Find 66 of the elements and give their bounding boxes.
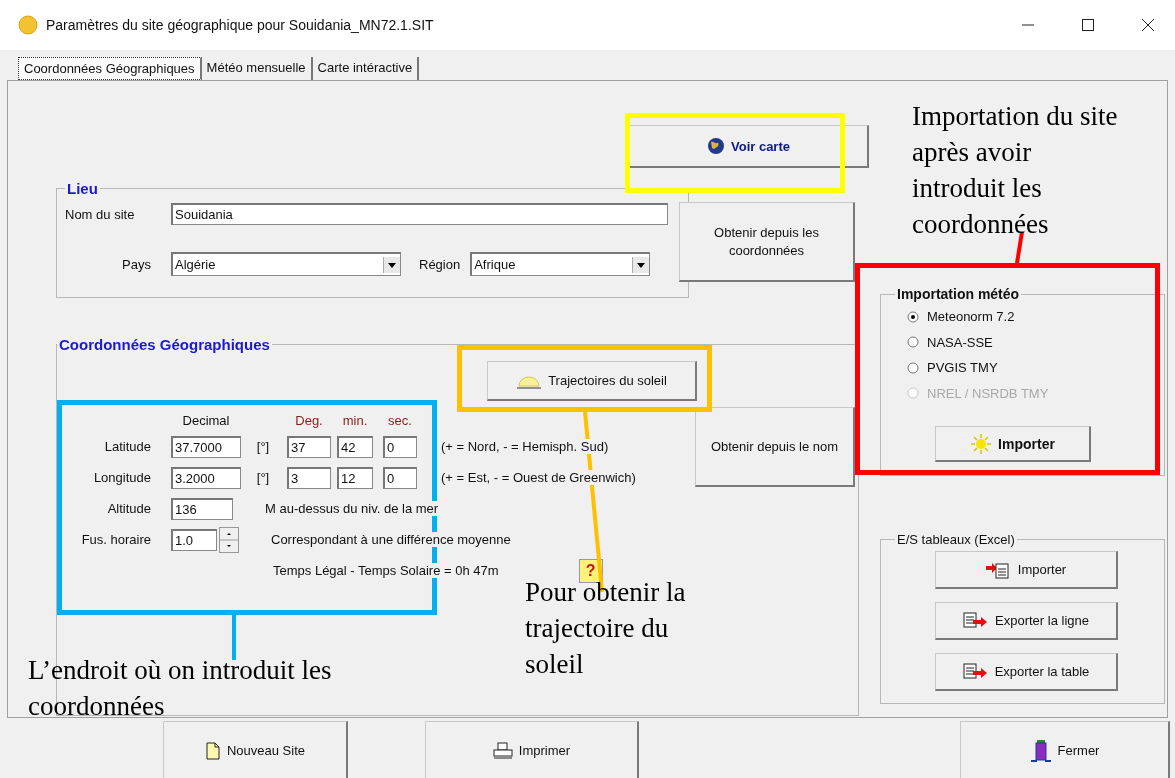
export-table-icon bbox=[962, 662, 989, 681]
seconds-field[interactable]: 0 bbox=[383, 435, 417, 458]
column-header: sec. bbox=[387, 412, 413, 428]
column-header: Deg. bbox=[294, 412, 324, 428]
close-icon[interactable] bbox=[1141, 18, 1155, 32]
import-button[interactable]: Importer bbox=[935, 426, 1091, 462]
sun-paths-button[interactable]: Trajectoires du soleil bbox=[487, 361, 697, 401]
radio-option[interactable]: NASA-SSE bbox=[895, 329, 1150, 355]
field-label: Pays bbox=[121, 256, 152, 272]
spinner-icon[interactable] bbox=[219, 526, 239, 553]
export-table-icon bbox=[963, 611, 989, 630]
window-title: Paramètres du site géographique pour Souidania_MN72.1.SIT bbox=[46, 17, 434, 33]
view-map-button[interactable]: Voir carte bbox=[629, 125, 869, 168]
get-from-coordinates-button[interactable]: Obtenir depuis les coordonnées bbox=[679, 202, 855, 282]
footer-button[interactable]: Fermer bbox=[960, 721, 1170, 778]
field-label: Nom du site bbox=[65, 206, 136, 222]
site-name-field[interactable]: Souidania bbox=[171, 203, 668, 225]
field-label: Longitude bbox=[92, 470, 152, 485]
decimal-field[interactable]: 37.7000 bbox=[171, 435, 241, 458]
sun-icon bbox=[970, 432, 993, 455]
decimal-field[interactable]: 3.2000 bbox=[171, 466, 241, 489]
annotation-text: L’endroit où on introduit les coordonnées bbox=[28, 654, 333, 723]
degrees-field[interactable]: 37 bbox=[287, 435, 331, 458]
group-title: Coordonnées Géographiques bbox=[58, 336, 271, 353]
minutes-field[interactable]: 12 bbox=[337, 466, 373, 489]
field-label: Région bbox=[419, 256, 461, 272]
radio-option[interactable]: PVGIS TMY bbox=[895, 355, 1150, 381]
group-title: Lieu bbox=[66, 180, 99, 197]
unit-label: [°] bbox=[255, 439, 271, 454]
unit-label: [°] bbox=[255, 470, 271, 485]
hint-text: Correspondant à une différence moyenne bbox=[271, 532, 511, 547]
leader-line bbox=[231, 615, 237, 660]
get-from-name-button[interactable]: Obtenir depuis le nom bbox=[695, 407, 855, 487]
country-dropdown[interactable]: Algérie bbox=[171, 252, 401, 276]
group-title: E/S tableaux (Excel) bbox=[896, 532, 1016, 547]
app-icon bbox=[18, 15, 38, 35]
printer-icon bbox=[492, 741, 513, 760]
minutes-field[interactable]: 42 bbox=[337, 435, 373, 458]
column-header: Decimal bbox=[181, 412, 231, 428]
region-dropdown[interactable]: Afrique bbox=[470, 252, 651, 276]
group-title: Importation météo bbox=[896, 286, 1021, 302]
seconds-field[interactable]: 0 bbox=[383, 466, 417, 489]
leader-line bbox=[1014, 232, 1025, 263]
field-label: Altitude bbox=[106, 501, 152, 516]
hint-text: M au-dessus du niv. de la mer bbox=[265, 501, 439, 516]
field-label: Fus. horaire bbox=[80, 532, 152, 547]
degrees-field[interactable]: 3 bbox=[287, 466, 331, 489]
column-header: min. bbox=[341, 412, 369, 428]
hint-text: (+ = Nord, - = Hemisph. Sud) bbox=[441, 439, 609, 454]
radio-option[interactable]: Meteonorm 7.2 bbox=[895, 304, 1150, 330]
maximize-icon[interactable] bbox=[1081, 18, 1095, 32]
footer-button[interactable]: Imprimer bbox=[425, 721, 639, 778]
globe-icon bbox=[707, 137, 725, 155]
annotation-text: Importation du site après avoir introduit les coordonnées bbox=[912, 100, 1119, 241]
hint-text: (+ = Est, - = Ouest de Greenwich) bbox=[441, 470, 636, 485]
field-label: Latitude bbox=[103, 439, 152, 454]
time-difference-text: Temps Légal - Temps Solaire = 0h 47m bbox=[273, 563, 499, 578]
tab[interactable]: Coordonnées Géographiques bbox=[18, 57, 202, 80]
timezone-field[interactable]: 1.0 bbox=[171, 528, 217, 551]
altitude-field[interactable]: 136 bbox=[171, 497, 233, 520]
excel-button[interactable]: Exporter la table bbox=[935, 653, 1118, 691]
excel-button[interactable]: Importer bbox=[935, 551, 1118, 589]
import-table-icon bbox=[985, 560, 1012, 579]
footer-button[interactable]: Nouveau Site bbox=[163, 721, 348, 778]
document-icon bbox=[204, 741, 221, 760]
excel-button[interactable]: Exporter la ligne bbox=[935, 602, 1118, 640]
